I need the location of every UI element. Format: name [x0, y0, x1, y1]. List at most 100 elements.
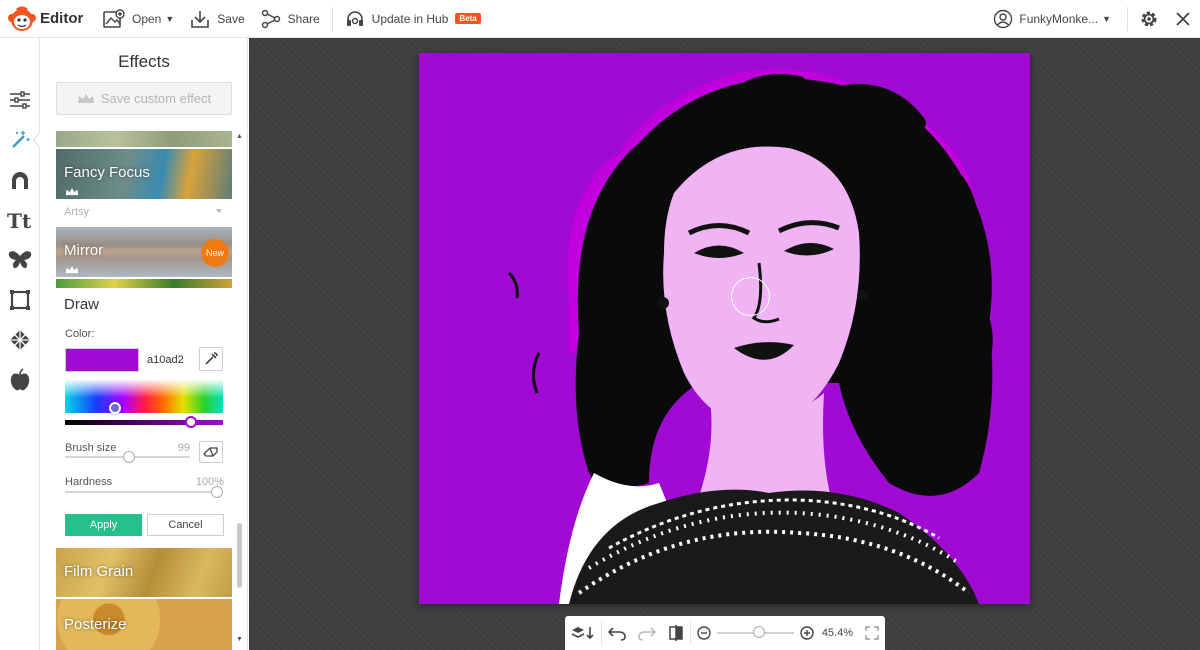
user-menu[interactable]: FunkyMonke... ▼ [981, 9, 1123, 29]
rail-item-textures[interactable] [0, 320, 40, 360]
text-icon: Tt [7, 209, 32, 231]
zoom-in-icon [800, 626, 814, 640]
effect-thumb-posterize[interactable]: Posterize [56, 599, 232, 650]
save-custom-effect-button[interactable]: Save custom effect [56, 82, 232, 115]
rail-item-frames[interactable] [0, 280, 40, 320]
zoom-out-icon [697, 626, 711, 640]
compare-icon [669, 625, 683, 641]
rail-item-text[interactable]: Tt [0, 200, 40, 240]
toolbar-divider [1127, 7, 1128, 31]
update-in-hub-button[interactable]: Update in Hub Beta [337, 0, 489, 38]
brand[interactable]: Editor [0, 5, 95, 33]
effect-thumb-fancy-focus[interactable]: Fancy Focus [56, 149, 232, 199]
save-label: Save [217, 11, 245, 26]
rail-item-themes[interactable] [0, 360, 40, 400]
layers-button[interactable] [565, 616, 601, 650]
eyedropper-icon [205, 352, 218, 365]
rail-item-adjustments[interactable] [0, 80, 40, 120]
chevron-down-icon[interactable] [216, 209, 222, 213]
zoom-level: 45.4% [821, 627, 854, 639]
compare-button[interactable] [662, 616, 690, 650]
effect-label: Mirror [64, 242, 104, 259]
fullscreen-button[interactable] [859, 616, 885, 650]
undo-button[interactable] [602, 616, 632, 650]
color-swatch[interactable] [65, 348, 139, 372]
beta-badge: Beta [455, 13, 481, 24]
effect-thumb-film-grain[interactable]: Film Grain [56, 548, 232, 597]
open-image-icon [103, 8, 125, 28]
gear-icon [1141, 11, 1157, 27]
toolbar-right: FunkyMonke... ▼ [981, 0, 1200, 38]
user-name: FunkyMonke... [1019, 12, 1099, 26]
chevron-down-icon: ▼ [165, 13, 175, 24]
zoom-handle[interactable] [752, 626, 765, 638]
frame-icon [10, 290, 30, 310]
hub-label: Update in Hub [371, 11, 449, 26]
fullscreen-icon [865, 626, 879, 640]
panel-scrollbar-thumb[interactable] [237, 523, 242, 588]
scroll-down-icon[interactable]: ▼ [236, 636, 243, 643]
eraser-button[interactable] [199, 441, 223, 463]
brightness-slider[interactable] [65, 420, 223, 425]
effect-thumb-partial[interactable] [56, 131, 232, 147]
layers-arrow-icon [571, 627, 594, 640]
apply-button[interactable]: Apply [65, 514, 142, 536]
share-label: Share [287, 11, 320, 26]
toolbar-divider [331, 6, 333, 31]
rail-item-graphics[interactable] [0, 240, 40, 280]
color-spectrum[interactable] [65, 379, 223, 413]
chevron-down-icon: ▼ [1102, 14, 1111, 24]
effect-thumb-draw-strip[interactable] [56, 279, 232, 288]
effects-panel: Effects Save custom effect Fancy Focus A… [40, 38, 248, 650]
edited-photo[interactable] [419, 53, 1030, 604]
hardness-handle[interactable] [211, 486, 223, 498]
open-button[interactable]: Open ▼ [95, 0, 182, 38]
apple-icon [10, 368, 30, 391]
view-toolbar: 45.4% [565, 616, 885, 650]
spectrum-handle[interactable] [109, 402, 121, 414]
effect-label: Film Grain [64, 563, 134, 580]
zoom-in-button[interactable] [798, 616, 818, 650]
sliders-icon [10, 91, 30, 109]
eyedropper-button[interactable] [199, 347, 223, 371]
monkey-logo-icon [8, 6, 36, 31]
magic-wand-icon [12, 131, 30, 148]
zoom-out-button[interactable] [691, 616, 713, 650]
share-button[interactable]: Share [253, 0, 328, 38]
hub-headphones-icon [346, 10, 363, 26]
crown-icon [65, 188, 79, 196]
app-title: Editor [40, 10, 84, 27]
scroll-up-icon[interactable]: ▲ [236, 133, 243, 140]
settings-button[interactable] [1132, 0, 1166, 38]
save-download-icon [191, 10, 210, 28]
svg-text:Tt: Tt [7, 209, 32, 231]
rail-item-touch-up[interactable] [0, 160, 40, 200]
rail-item-effects[interactable] [0, 120, 41, 160]
new-badge: New [201, 239, 229, 267]
cancel-button[interactable]: Cancel [147, 514, 224, 536]
canvas-workspace[interactable] [249, 38, 1200, 650]
brush-size-handle[interactable] [123, 451, 135, 463]
save-button[interactable]: Save [182, 0, 252, 38]
panel-title: Effects [118, 52, 170, 71]
hardness-label: Hardness [65, 476, 113, 488]
brightness-handle[interactable] [185, 416, 197, 428]
eraser-icon [203, 447, 218, 457]
zoom-slider[interactable] [716, 626, 794, 638]
redo-button[interactable] [632, 616, 662, 650]
effect-label: Posterize [64, 616, 127, 633]
top-toolbar: Editor Open ▼ Save Share Update in Hub B… [0, 0, 1200, 38]
draw-title: Draw [64, 296, 100, 313]
redo-icon [638, 627, 656, 641]
hardness-slider[interactable] [65, 491, 223, 493]
draw-settings-card: Draw Color: a10ad2 Brush size 99 Hardnes… [56, 288, 232, 550]
section-label-artsy[interactable]: Artsy [64, 206, 89, 218]
butterfly-icon [8, 251, 32, 269]
portrait-artwork [507, 69, 993, 604]
brush-size-label: Brush size [65, 442, 117, 454]
effect-thumb-mirror[interactable]: Mirror New [56, 227, 232, 277]
color-hex-value[interactable]: a10ad2 [147, 354, 184, 366]
close-button[interactable] [1166, 0, 1200, 38]
tool-rail: Tt [0, 38, 41, 650]
close-icon [1176, 12, 1190, 26]
